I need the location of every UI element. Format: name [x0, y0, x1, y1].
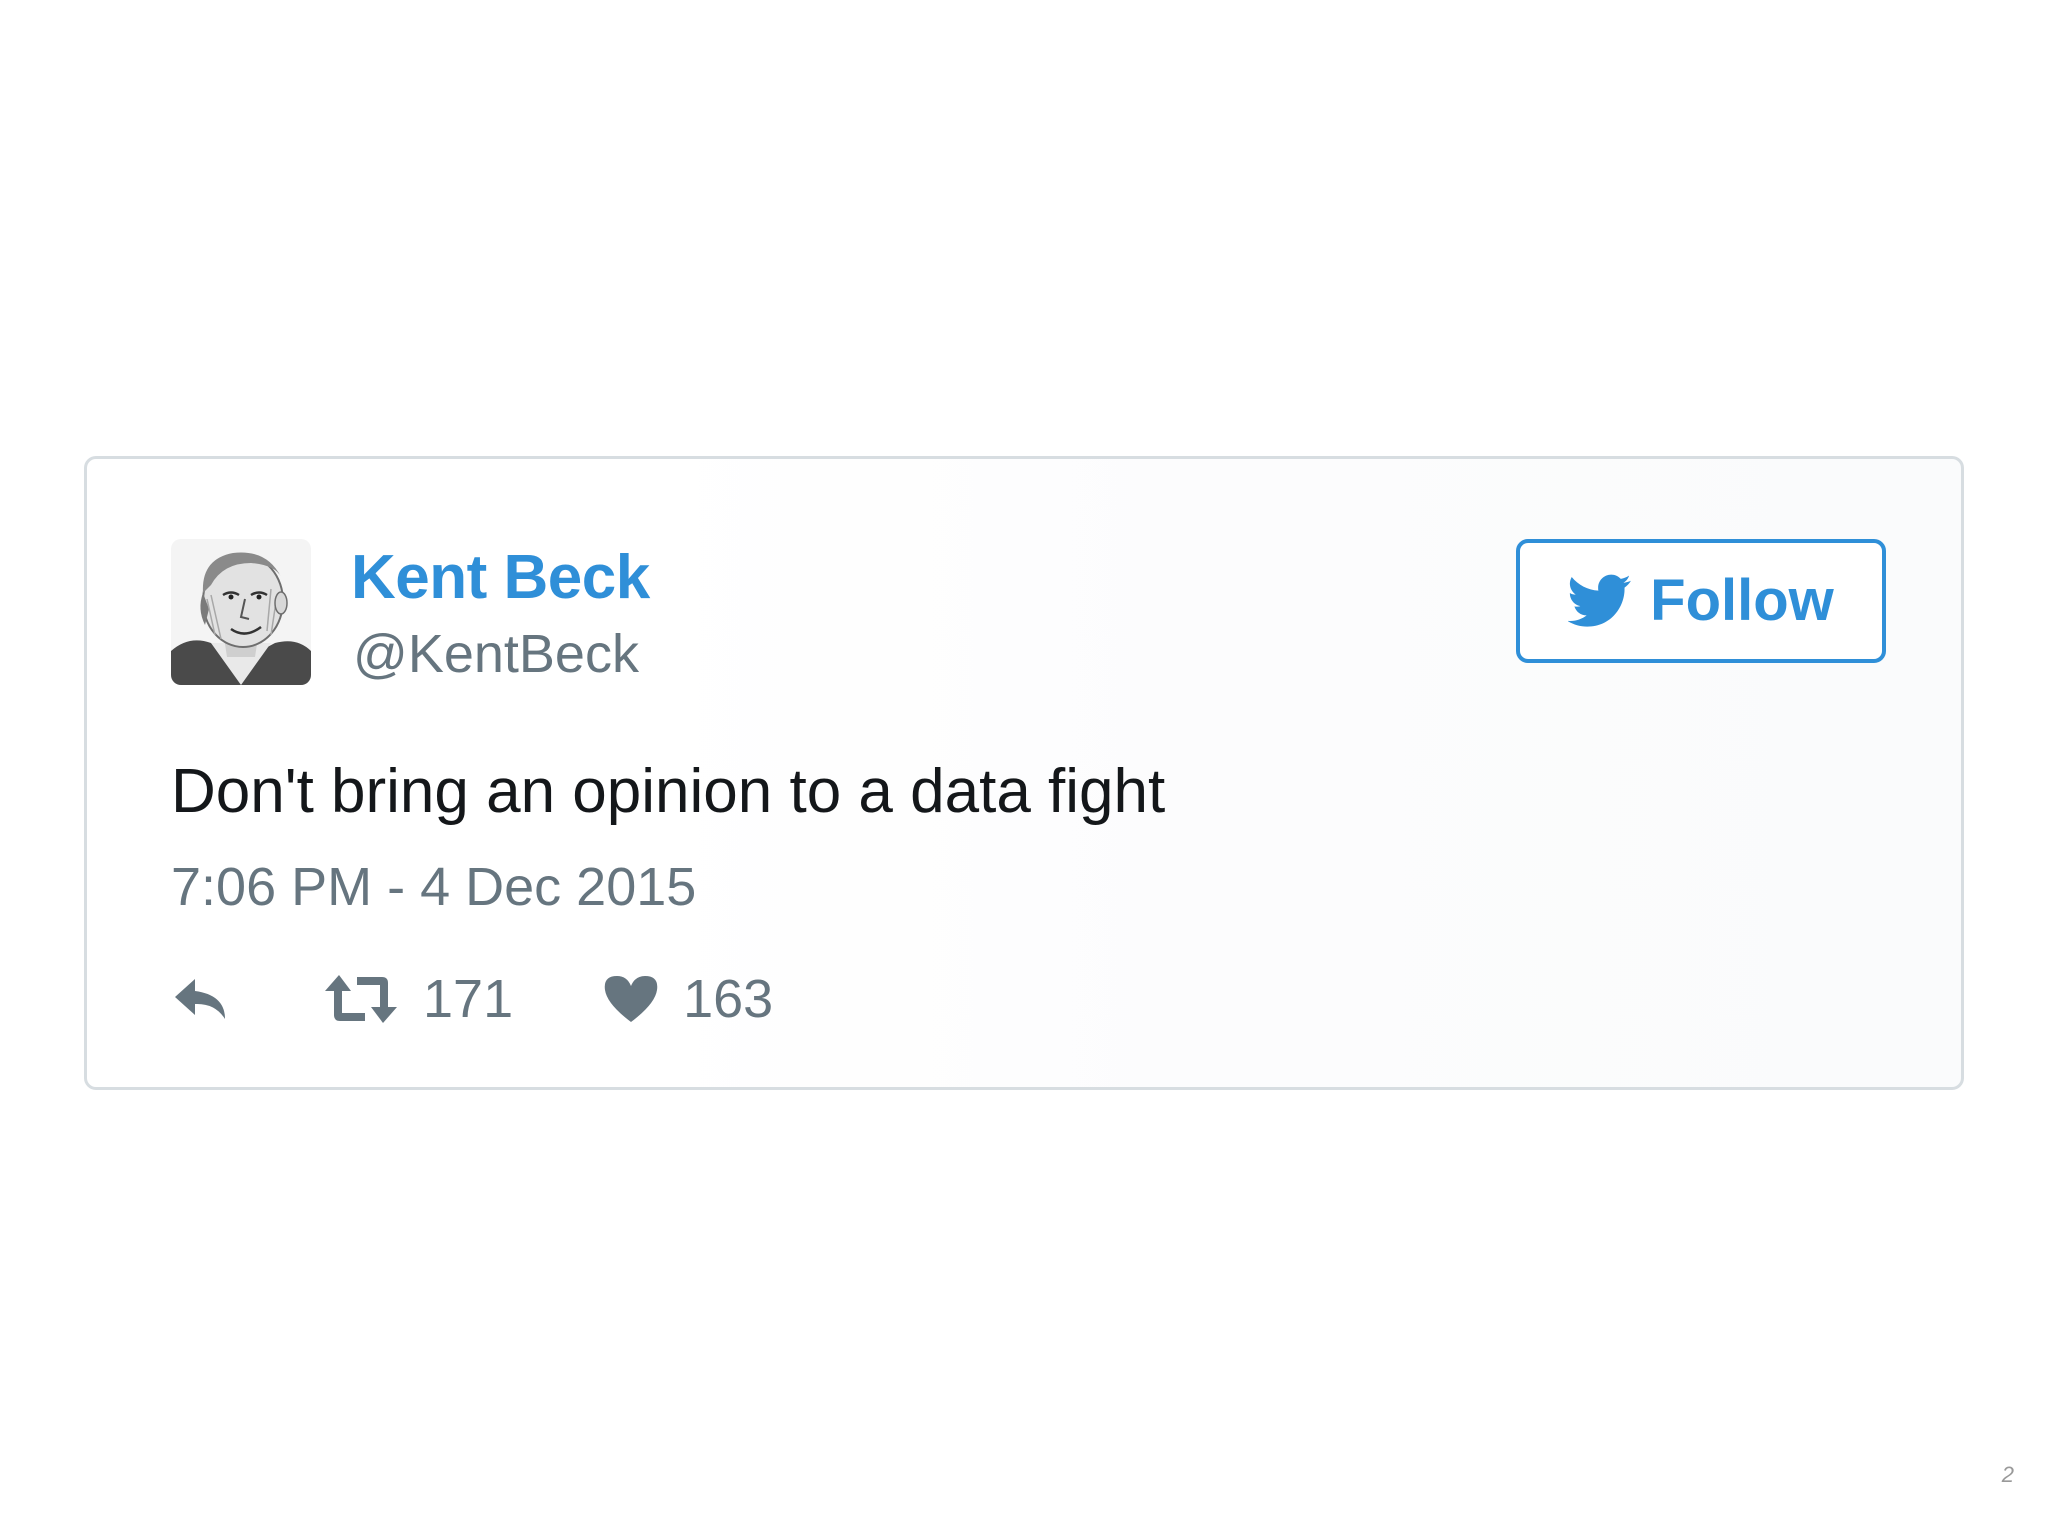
retweet-icon — [325, 975, 397, 1023]
tweet-card: Kent Beck @KentBeck Follow Don't bring a… — [84, 456, 1964, 1090]
like-count: 163 — [683, 969, 774, 1029]
retweet-count: 171 — [423, 969, 514, 1029]
like-button[interactable]: 163 — [603, 972, 773, 1026]
author-avatar[interactable] — [171, 539, 311, 685]
portrait-sketch-avatar-icon — [171, 539, 311, 685]
slide-page: Kent Beck @KentBeck Follow Don't bring a… — [0, 0, 2048, 1536]
tweet-timestamp[interactable]: 7:06 PM - 4 Dec 2015 — [171, 855, 696, 920]
author-handle[interactable]: @KentBeck — [353, 627, 639, 681]
tweet-text: Don't bring an opinion to a data fight — [171, 757, 1166, 826]
follow-button-label: Follow — [1650, 568, 1834, 633]
slide-page-number: 2 — [2001, 1462, 2014, 1487]
tweet-actions: 171 163 — [171, 959, 773, 1039]
heart-icon — [604, 976, 658, 1022]
twitter-bird-icon — [1568, 574, 1632, 627]
follow-button[interactable]: Follow — [1516, 539, 1886, 663]
reply-arrow-icon — [175, 979, 225, 1019]
reply-button[interactable] — [171, 975, 233, 1023]
author-display-name[interactable]: Kent Beck — [351, 547, 650, 609]
retweet-button[interactable]: 171 — [323, 972, 513, 1026]
